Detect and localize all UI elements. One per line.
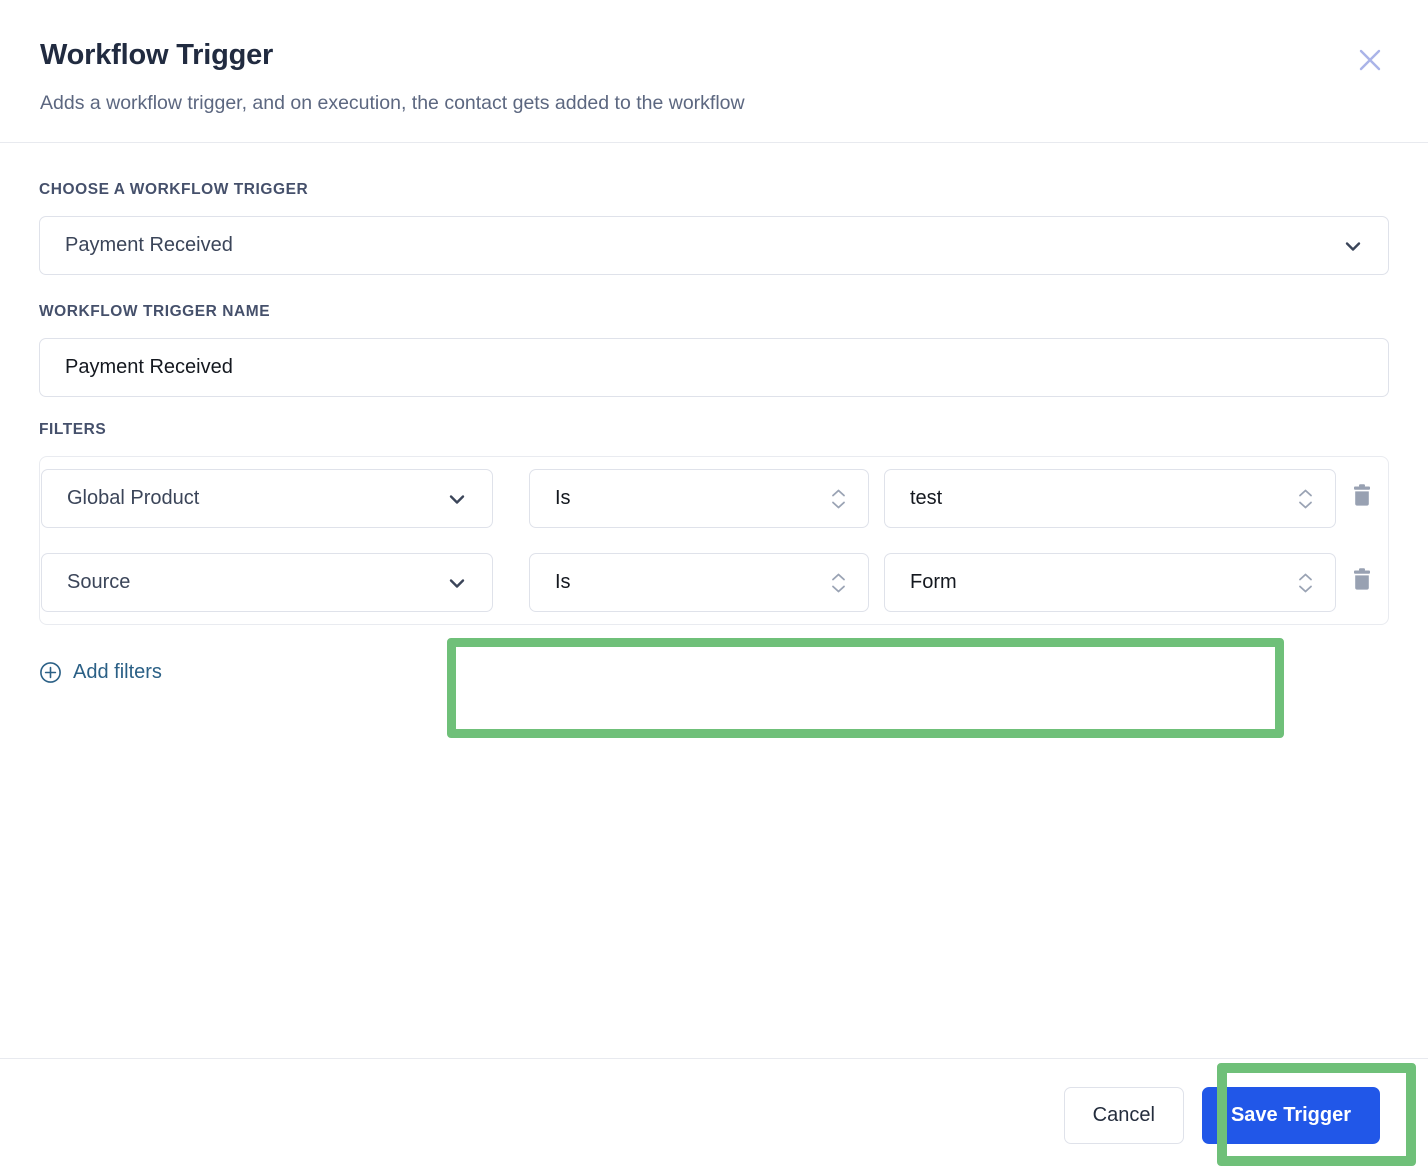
chevron-down-icon <box>446 488 468 510</box>
modal-subtitle: Adds a workflow trigger, and on executio… <box>40 91 745 114</box>
workflow-trigger-name-value: Payment Received <box>65 356 233 379</box>
stepper-icon <box>1298 572 1313 593</box>
filter-value-value: test <box>910 487 943 510</box>
workflow-trigger-name-input[interactable]: Payment Received <box>39 338 1389 398</box>
stepper-icon <box>1298 488 1313 509</box>
filters-container: Global Product Is test Source Is Form <box>39 456 1389 626</box>
trash-icon <box>1349 483 1375 514</box>
delete-filter-button[interactable] <box>1343 561 1381 604</box>
modal-header: Workflow Trigger Adds a workflow trigger… <box>0 0 1428 144</box>
filter-operator-value: Is <box>555 571 571 594</box>
modal-footer: Cancel Save Trigger <box>0 1058 1428 1172</box>
close-button[interactable] <box>1352 42 1388 78</box>
filter-field-select[interactable]: Global Product <box>41 469 493 529</box>
filter-row: Global Product Is test <box>40 457 1388 540</box>
filter-field-value: Global Product <box>67 487 200 510</box>
stepper-icon <box>831 572 846 593</box>
workflow-trigger-modal: Workflow Trigger Adds a workflow trigger… <box>0 0 1428 1172</box>
filter-field-value: Source <box>67 571 131 594</box>
filter-value-select[interactable]: Form <box>884 553 1336 613</box>
chevron-down-icon <box>1342 235 1364 257</box>
plus-circle-icon <box>39 661 62 684</box>
add-filters-label: Add filters <box>73 661 162 684</box>
workflow-trigger-select[interactable]: Payment Received <box>39 216 1389 276</box>
page-title: Workflow Trigger <box>40 39 274 71</box>
filter-field-select[interactable]: Source <box>41 553 493 613</box>
filter-operator-value: Is <box>555 487 571 510</box>
filters-label: FILTERS <box>39 421 107 439</box>
save-trigger-button[interactable]: Save Trigger <box>1201 1087 1380 1144</box>
filter-operator-select[interactable]: Is <box>529 553 869 613</box>
filter-row: Source Is Form <box>40 541 1388 624</box>
filter-value-value: Form <box>910 571 957 594</box>
filter-value-select[interactable]: test <box>884 469 1336 529</box>
cancel-button[interactable]: Cancel <box>1063 1087 1184 1144</box>
workflow-trigger-name-label: WORKFLOW TRIGGER NAME <box>39 303 271 321</box>
add-filters-button[interactable]: Add filters <box>39 661 162 684</box>
chevron-down-icon <box>446 572 468 594</box>
choose-trigger-label: CHOOSE A WORKFLOW TRIGGER <box>39 181 309 199</box>
close-icon <box>1355 45 1385 75</box>
trash-icon <box>1349 567 1375 598</box>
stepper-icon <box>831 488 846 509</box>
filter-operator-select[interactable]: Is <box>529 469 869 529</box>
workflow-trigger-select-value: Payment Received <box>65 234 233 257</box>
delete-filter-button[interactable] <box>1343 477 1381 520</box>
modal-body: CHOOSE A WORKFLOW TRIGGER Payment Receiv… <box>0 143 1428 1058</box>
